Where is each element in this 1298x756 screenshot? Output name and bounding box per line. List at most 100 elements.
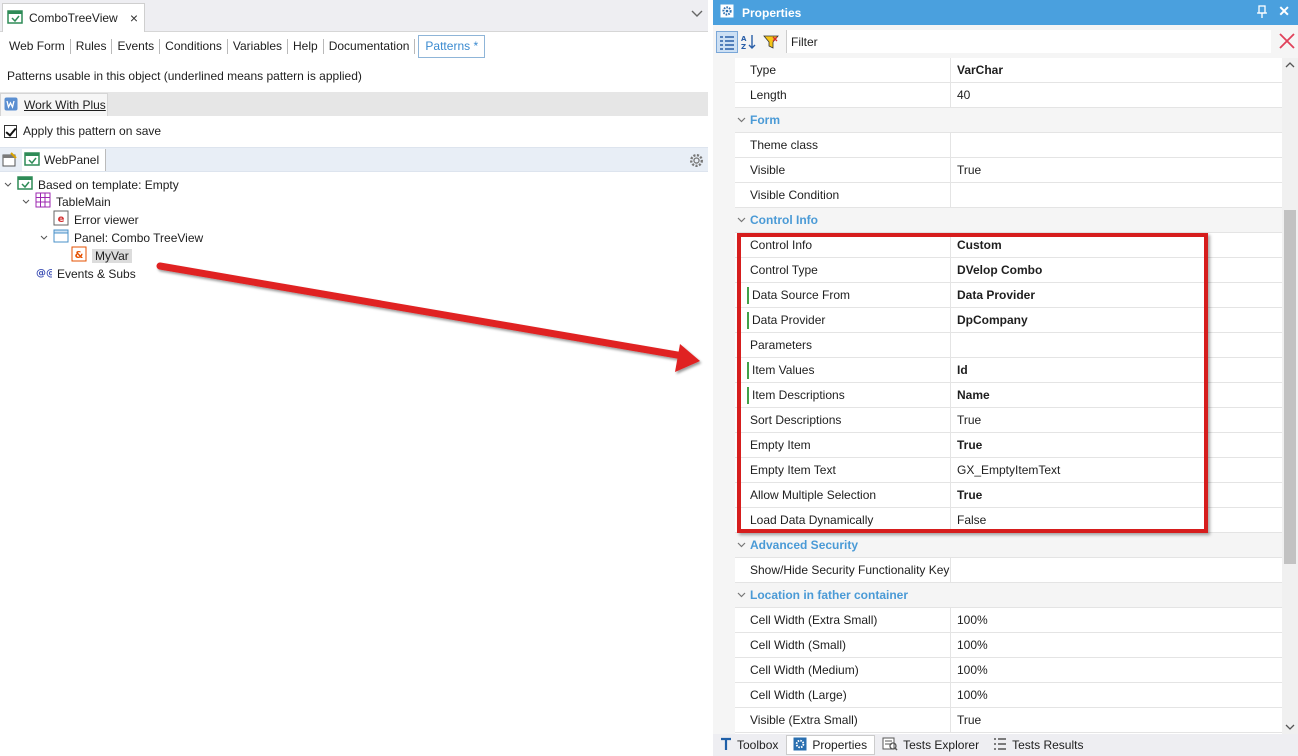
tab-rules[interactable]: Rules [71, 39, 113, 54]
property-value[interactable]: Data Provider [957, 283, 1035, 308]
property-name: Show/Hide Security Functionality Key [735, 558, 951, 583]
property-value[interactable]: Name [957, 383, 990, 408]
tab-conditions[interactable]: Conditions [160, 39, 228, 54]
property-value[interactable]: True [957, 433, 982, 458]
pattern-properties-icon[interactable] [2, 152, 18, 171]
tab-documentation[interactable]: Documentation [324, 39, 416, 54]
property-value[interactable]: VarChar [957, 58, 1003, 83]
property-row[interactable]: Control Info Custom [735, 233, 1282, 258]
property-row[interactable]: Visible True [735, 158, 1282, 183]
property-value[interactable]: Custom [957, 233, 1002, 258]
property-row[interactable]: Length 40 [735, 83, 1282, 108]
property-row[interactable]: Visible (Extra Small) True [735, 708, 1282, 733]
property-row[interactable]: Parameters [735, 333, 1282, 358]
property-value[interactable]: DpCompany [957, 308, 1028, 333]
property-row[interactable]: Cell Width (Large) 100% [735, 683, 1282, 708]
pin-icon[interactable] [1256, 5, 1268, 22]
scrollbar-thumb[interactable] [1284, 210, 1296, 564]
property-name: Load Data Dynamically [735, 508, 951, 533]
property-value[interactable]: Id [957, 358, 968, 383]
property-row[interactable]: Data Provider DpCompany [735, 308, 1282, 333]
property-row[interactable]: Sort Descriptions True [735, 408, 1282, 433]
property-grid-scrollbar[interactable] [1282, 58, 1298, 734]
property-name: Empty Item Text [735, 458, 951, 483]
chevron-down-icon[interactable] [737, 116, 746, 125]
document-tab[interactable]: ComboTreeView × [2, 3, 145, 32]
property-row[interactable]: Show/Hide Security Functionality Key [735, 558, 1282, 583]
property-value[interactable]: 100% [957, 633, 988, 658]
property-value[interactable]: True [957, 708, 981, 733]
chevron-down-icon[interactable] [737, 216, 746, 225]
property-row[interactable]: Type VarChar [735, 58, 1282, 83]
chevron-down-icon[interactable] [4, 181, 12, 189]
tree-node-myvar[interactable]: & MyVar [71, 246, 132, 264]
patterns-hint-text: Patterns usable in this object (underlin… [7, 69, 362, 83]
property-row[interactable]: Load Data Dynamically False [735, 508, 1282, 533]
categorized-view-icon[interactable] [716, 30, 738, 53]
property-row[interactable]: Empty Item Text GX_EmptyItemText [735, 458, 1282, 483]
property-category[interactable]: Location in father container [735, 583, 1282, 608]
property-value[interactable]: 100% [957, 658, 988, 683]
chevron-down-icon[interactable] [737, 591, 746, 600]
tab-variables[interactable]: Variables [228, 39, 289, 54]
scroll-up-icon[interactable] [1285, 61, 1295, 69]
property-value[interactable]: DVelop Combo [957, 258, 1042, 283]
property-name: Visible (Extra Small) [735, 708, 951, 733]
tab-patterns[interactable]: Patterns * [418, 35, 486, 58]
close-icon[interactable]: ✕ [1278, 3, 1290, 20]
tree-node-label: Panel: Combo TreeView [74, 230, 204, 245]
tree-node-tablemain[interactable]: TableMain [22, 192, 111, 210]
filter-input[interactable]: Filter [786, 30, 1271, 53]
property-value[interactable]: True [957, 408, 981, 433]
chevron-down-icon[interactable] [22, 198, 30, 206]
tree-root-tab[interactable]: WebPanel [22, 149, 107, 171]
property-value[interactable]: True [957, 483, 982, 508]
tree-node-panel[interactable]: Panel: Combo TreeView [40, 229, 203, 246]
tree-node-template[interactable]: Based on template: Empty [4, 176, 179, 193]
tab-toolbox[interactable]: Toolbox [714, 735, 785, 755]
property-row[interactable]: Allow Multiple Selection True [735, 483, 1282, 508]
property-value[interactable]: GX_EmptyItemText [957, 458, 1060, 483]
tab-events[interactable]: Events [112, 39, 161, 54]
tab-web-form[interactable]: Web Form [4, 39, 71, 54]
pattern-tab-strip: Work With Plus [0, 92, 708, 116]
apply-pattern-checkbox[interactable] [4, 124, 17, 138]
property-row[interactable]: Theme class [735, 133, 1282, 158]
tab-tests-results[interactable]: Tests Results [987, 735, 1090, 755]
property-category[interactable]: Control Info [735, 208, 1282, 233]
chevron-down-icon[interactable] [690, 7, 704, 21]
property-value[interactable]: False [957, 508, 986, 533]
property-row[interactable]: Cell Width (Medium) 100% [735, 658, 1282, 683]
property-name: Data Source From [735, 283, 951, 308]
property-value[interactable]: 40 [957, 83, 970, 108]
property-row[interactable]: Data Source From Data Provider [735, 283, 1282, 308]
property-category[interactable]: Advanced Security [735, 533, 1282, 558]
property-row[interactable]: Control Type DVelop Combo [735, 258, 1282, 283]
property-row[interactable]: Item Descriptions Name [735, 383, 1282, 408]
chevron-down-icon[interactable] [737, 541, 746, 550]
property-row[interactable]: Cell Width (Extra Small) 100% [735, 608, 1282, 633]
property-value[interactable]: True [957, 158, 981, 183]
property-row[interactable]: Empty Item True [735, 433, 1282, 458]
tab-properties[interactable]: Properties [786, 735, 876, 755]
property-category-label: Location in father container [750, 588, 909, 602]
scroll-down-icon[interactable] [1285, 723, 1295, 731]
gear-icon[interactable] [688, 152, 705, 172]
property-row[interactable]: Visible Condition [735, 183, 1282, 208]
property-row[interactable]: Item Values Id [735, 358, 1282, 383]
property-row[interactable]: Cell Width (Small) 100% [735, 633, 1282, 658]
tree-node-events[interactable]: @@ Events & Subs [36, 265, 136, 282]
tree-node-error-viewer[interactable]: e Error viewer [53, 210, 139, 228]
chevron-down-icon[interactable] [40, 234, 48, 242]
filter-icon[interactable] [760, 31, 782, 53]
close-icon[interactable]: × [130, 10, 138, 26]
webpanel-icon [24, 151, 40, 170]
tab-help[interactable]: Help [288, 39, 324, 54]
sort-alphabetical-icon[interactable]: AZ [738, 31, 760, 53]
property-value[interactable]: 100% [957, 608, 988, 633]
property-value[interactable]: 100% [957, 683, 988, 708]
tab-tests-explorer[interactable]: Tests Explorer [876, 735, 986, 755]
clear-filter-icon[interactable] [1278, 32, 1296, 53]
pattern-tab-workwithplus[interactable]: Work With Plus [0, 93, 108, 116]
property-category[interactable]: Form [735, 108, 1282, 133]
